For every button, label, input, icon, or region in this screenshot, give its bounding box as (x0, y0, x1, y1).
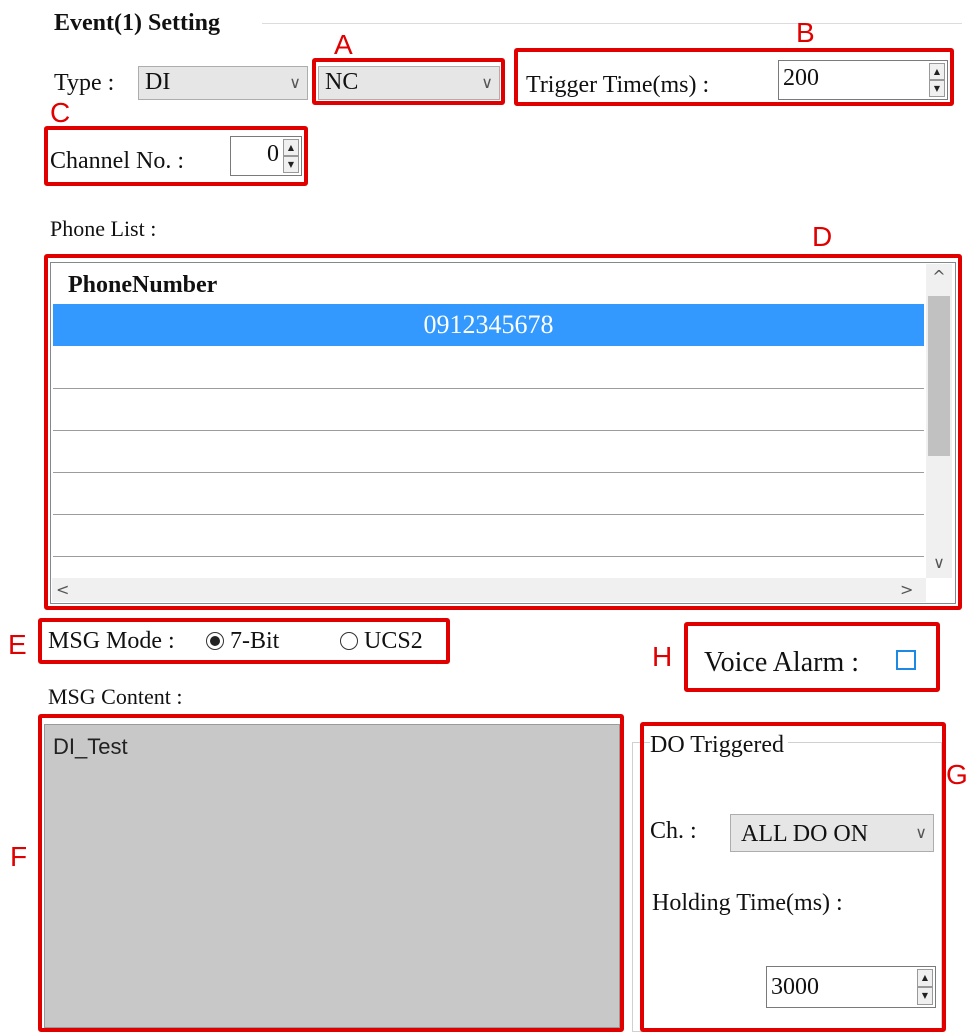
annotation-label-c: C (50, 97, 71, 128)
title-divider (262, 23, 962, 24)
type-select[interactable]: DI ∨ (138, 66, 308, 100)
annotation-box-h (684, 622, 940, 692)
annotation-box-d (44, 254, 962, 610)
annotation-label-b: B (796, 17, 815, 48)
annotation-box-b (514, 48, 954, 106)
chevron-down-icon: ∨ (289, 73, 301, 92)
event-setting-title: Event(1) Setting (54, 10, 220, 36)
annotation-box-a (312, 58, 505, 105)
type-select-value: DI (145, 69, 171, 95)
annotation-label-e: E (8, 629, 27, 660)
annotation-label-a: A (334, 29, 353, 60)
annotation-label-d: D (812, 221, 833, 252)
phone-list-label: Phone List : (50, 216, 157, 241)
annotation-box-f (38, 714, 624, 1032)
annotation-box-e (38, 618, 450, 664)
annotation-label-f: F (10, 841, 28, 872)
annotation-box-g (640, 722, 946, 1032)
msg-content-label: MSG Content : (48, 684, 183, 709)
annotation-label-h: H (652, 641, 673, 672)
annotation-box-c (44, 126, 308, 186)
type-label: Type : (54, 70, 115, 96)
annotation-label-g: G (946, 759, 968, 790)
